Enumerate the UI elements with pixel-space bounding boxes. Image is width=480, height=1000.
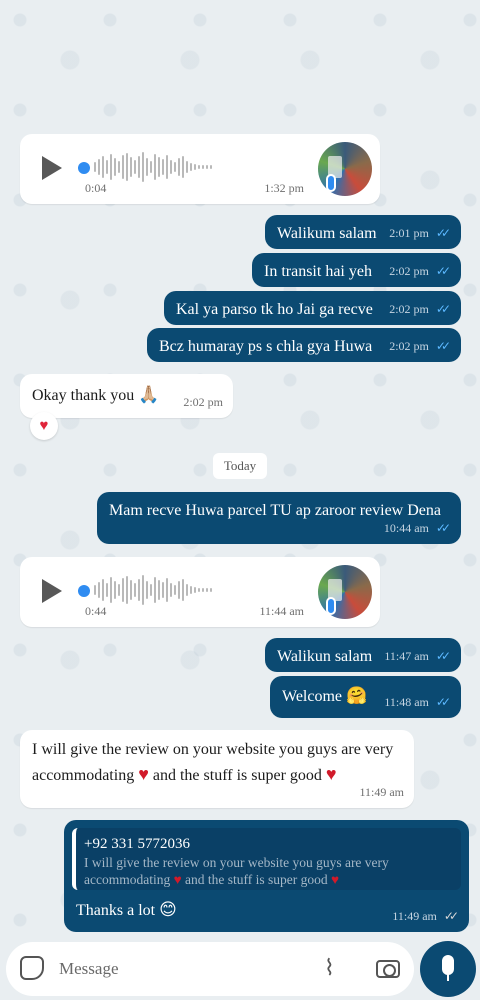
- double-check-icon: ✓✓: [435, 521, 451, 535]
- message-meta: 2:01 pm ✓✓: [389, 223, 451, 243]
- message-bubble[interactable]: Bcz humaray ps s chla gya Huwa 2:02 pm ✓✓: [147, 328, 461, 362]
- quoted-message[interactable]: +92 331 5772036 I will give the review o…: [72, 828, 461, 890]
- play-icon[interactable]: [42, 579, 62, 603]
- double-check-icon: ✓✓: [435, 302, 451, 316]
- message-time: 11:49 am: [359, 785, 404, 799]
- mic-icon: [326, 597, 336, 615]
- double-check-icon: ✓✓: [435, 649, 451, 663]
- camera-icon[interactable]: [376, 960, 400, 978]
- double-check-icon: ✓✓: [435, 264, 451, 278]
- message-text: Walikum salam: [277, 225, 377, 242]
- message-bubble[interactable]: Mam recve Huwa parcel TU ap zaroor revie…: [97, 492, 461, 544]
- mic-icon: [326, 174, 336, 192]
- message-bubble[interactable]: I will give the review on your website y…: [20, 730, 414, 808]
- message-bubble[interactable]: Okay thank you 🙏🏼 2:02 pm: [20, 374, 233, 418]
- date-divider: Today: [213, 453, 267, 479]
- message-meta: 11:47 am ✓✓: [384, 646, 451, 666]
- heart-emoji: ♥: [330, 872, 339, 887]
- message-meta: 11:49 am ✓✓: [392, 906, 459, 926]
- waveform[interactable]: [94, 152, 212, 182]
- smiling-face-emoji: 😊: [159, 900, 177, 920]
- message-text: Welcome 🤗: [282, 686, 368, 706]
- voice-duration: 0:04: [85, 181, 107, 195]
- double-check-icon: ✓✓: [435, 695, 451, 709]
- double-check-icon: ✓✓: [435, 339, 451, 353]
- message-text: In transit hai yeh: [264, 263, 372, 280]
- message-bubble[interactable]: Walikun salam 11:47 am ✓✓: [265, 638, 461, 672]
- message-bubble[interactable]: Walikum salam 2:01 pm ✓✓: [265, 215, 461, 249]
- message-meta: 2:02 pm ✓✓: [389, 299, 451, 319]
- quote-text: I will give the review on your website y…: [84, 855, 389, 887]
- folded-hands-emoji: 🙏🏼: [138, 385, 160, 405]
- message-meta: 2:02 pm ✓✓: [389, 336, 451, 356]
- message-time: 11:44 am: [259, 604, 304, 618]
- heart-emoji: ♥: [138, 764, 149, 784]
- message-text: Bcz humaray ps s chla gya Huwa: [159, 338, 373, 355]
- message-text: I will give the review on your website y…: [32, 741, 394, 784]
- voice-record-button[interactable]: [420, 941, 476, 997]
- voice-message[interactable]: 0:04 1:32 pm: [20, 134, 380, 204]
- message-time: 2:02 pm: [183, 395, 223, 409]
- message-bubble[interactable]: Kal ya parso tk ho Jai ga recve 2:02 pm ✓…: [164, 291, 461, 325]
- message-text: Walikun salam: [277, 648, 373, 665]
- double-check-icon: ✓✓: [443, 909, 459, 923]
- waveform[interactable]: [94, 575, 212, 605]
- message-bubble[interactable]: In transit hai yeh 2:02 pm ✓✓: [252, 253, 461, 287]
- seek-handle[interactable]: [78, 585, 90, 597]
- message-meta: 2:02 pm ✓✓: [389, 261, 451, 281]
- message-composer[interactable]: Message ⌇: [6, 942, 414, 996]
- play-icon[interactable]: [42, 156, 62, 180]
- voice-duration: 0:44: [85, 604, 107, 618]
- message-bubble[interactable]: Welcome 🤗 11:48 am ✓✓: [270, 676, 461, 718]
- message-time: 1:32 pm: [264, 181, 304, 195]
- message-text: Thanks a lot 😊: [76, 900, 177, 920]
- hugging-face-emoji: 🤗: [346, 686, 368, 706]
- quote-author: +92 331 5772036: [84, 836, 190, 852]
- message-text: Okay thank you 🙏🏼: [32, 385, 160, 405]
- seek-handle[interactable]: [78, 162, 90, 174]
- message-text: Kal ya parso tk ho Jai ga recve: [176, 301, 373, 318]
- message-input[interactable]: Message: [59, 959, 118, 979]
- heart-emoji: ♥: [173, 872, 182, 887]
- double-check-icon: ✓✓: [435, 226, 451, 240]
- message-meta: 11:48 am ✓✓: [384, 692, 451, 712]
- attachment-icon[interactable]: ⌇: [324, 956, 335, 981]
- heart-reaction-icon[interactable]: ♥: [30, 412, 58, 440]
- sticker-icon[interactable]: [20, 956, 44, 980]
- message-bubble[interactable]: +92 331 5772036 I will give the review o…: [64, 820, 469, 932]
- heart-emoji: ♥: [325, 764, 337, 784]
- mic-icon: [442, 955, 454, 975]
- voice-message[interactable]: 0:44 11:44 am: [20, 557, 380, 627]
- message-meta: 10:44 am ✓✓: [384, 518, 451, 538]
